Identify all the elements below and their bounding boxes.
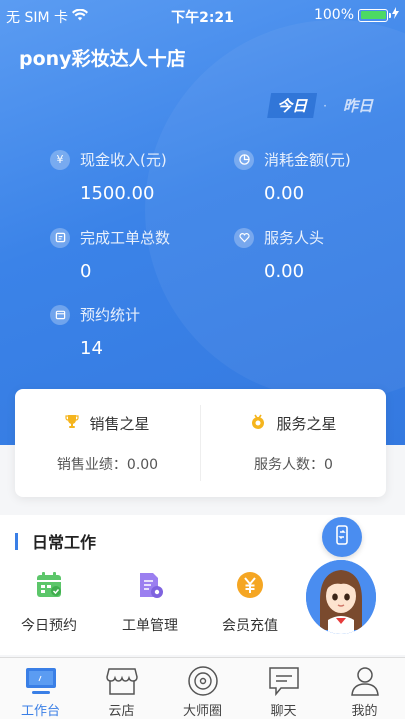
chat-icon [267,665,301,697]
pie-chart-icon [234,149,254,170]
sales-star[interactable]: 销售之星 销售业绩：0.00 [15,389,200,497]
service-star-value: 服务人数：0 [254,457,333,473]
hero-decoration [145,20,405,400]
stat-label: 完成工单总数 [80,229,171,247]
stat-label: 服务人头 [264,229,325,247]
stat-consumption: 消耗金额(元) 0.00 [234,149,351,204]
stat-service-heads: 服务人头 0.00 [234,227,324,282]
store-icon [105,665,139,697]
document-gear-icon [136,571,164,599]
battery-icon [358,8,391,22]
stat-label: 现金收入(元) [80,151,167,169]
heart-icon [234,227,254,248]
order-icon [50,227,70,248]
day-toggle: 今日 · 昨日 [267,93,383,118]
toggle-separator: · [323,98,327,113]
title-accent-bar [15,532,18,550]
switch-role-button[interactable] [322,517,362,557]
tab-label: 聊天 [270,704,297,719]
stat-value: 0.00 [264,261,305,282]
status-bar: 无 SIM 卡 下午2:21 100% [0,0,405,32]
stars-card: 销售之星 销售业绩：0.00 服务之星 服务人数：0 [15,389,386,497]
sales-star-value: 销售业绩：0.00 [56,457,159,473]
monitor-icon [24,665,58,697]
tab-workbench[interactable]: 工作台 [0,658,81,719]
calendar-icon [50,304,70,325]
stat-value: 0 [80,261,92,282]
stat-cash-income: ¥ 现金收入(元) 1500.00 [50,149,167,204]
sales-star-title: 销售之星 [89,415,150,433]
tool-member-recharge[interactable]: 会员充值 [210,571,290,635]
tab-master-circle[interactable]: 大师圈 [162,658,243,719]
today-tab[interactable]: 今日 [267,93,318,118]
disc-icon [186,665,220,697]
stat-value: 1500.00 [80,183,155,204]
charging-icon [392,7,399,23]
tab-label: 工作台 [20,704,60,719]
tab-bar: 工作台 云店 大师圈 聊天 我的 [0,657,405,719]
trophy-icon [65,414,80,434]
daily-title-text: 日常工作 [32,533,97,552]
tab-mine[interactable]: 我的 [324,658,405,719]
section-title: 日常工作 [15,529,96,553]
tool-label: 工单管理 [122,618,178,634]
person-icon [348,665,382,697]
yesterday-tab[interactable]: 昨日 [333,93,383,118]
swap-icon [332,524,352,550]
stat-appointments: 预约统计 14 [50,304,140,359]
tool-label: 会员充值 [222,618,278,634]
battery-percent: 100% [313,7,354,23]
tool-order-management[interactable]: 工单管理 [110,571,190,635]
medal-icon [250,414,266,434]
tab-chat[interactable]: 聊天 [243,658,324,719]
tab-label: 我的 [351,704,378,719]
yen-coin-icon [236,571,264,599]
assistant-avatar[interactable] [306,560,376,634]
stat-value: 14 [80,338,103,359]
service-star[interactable]: 服务之星 服务人数：0 [201,389,386,497]
tab-label: 云店 [108,704,135,719]
stat-completed-orders: 完成工单总数 0 [50,227,170,282]
yen-icon: ¥ [50,149,70,170]
service-star-title: 服务之星 [276,415,337,433]
store-name: pony彩妆达人十店 [19,48,186,70]
tab-label: 大师圈 [182,704,222,719]
stat-value: 0.00 [264,183,305,204]
stat-label: 消耗金额(元) [264,151,351,169]
calendar-check-icon [35,571,63,599]
tool-label: 今日预约 [21,618,77,634]
tab-cloud-store[interactable]: 云店 [81,658,162,719]
stat-label: 预约统计 [80,306,141,324]
tool-today-appointment[interactable]: 今日预约 [9,571,89,635]
